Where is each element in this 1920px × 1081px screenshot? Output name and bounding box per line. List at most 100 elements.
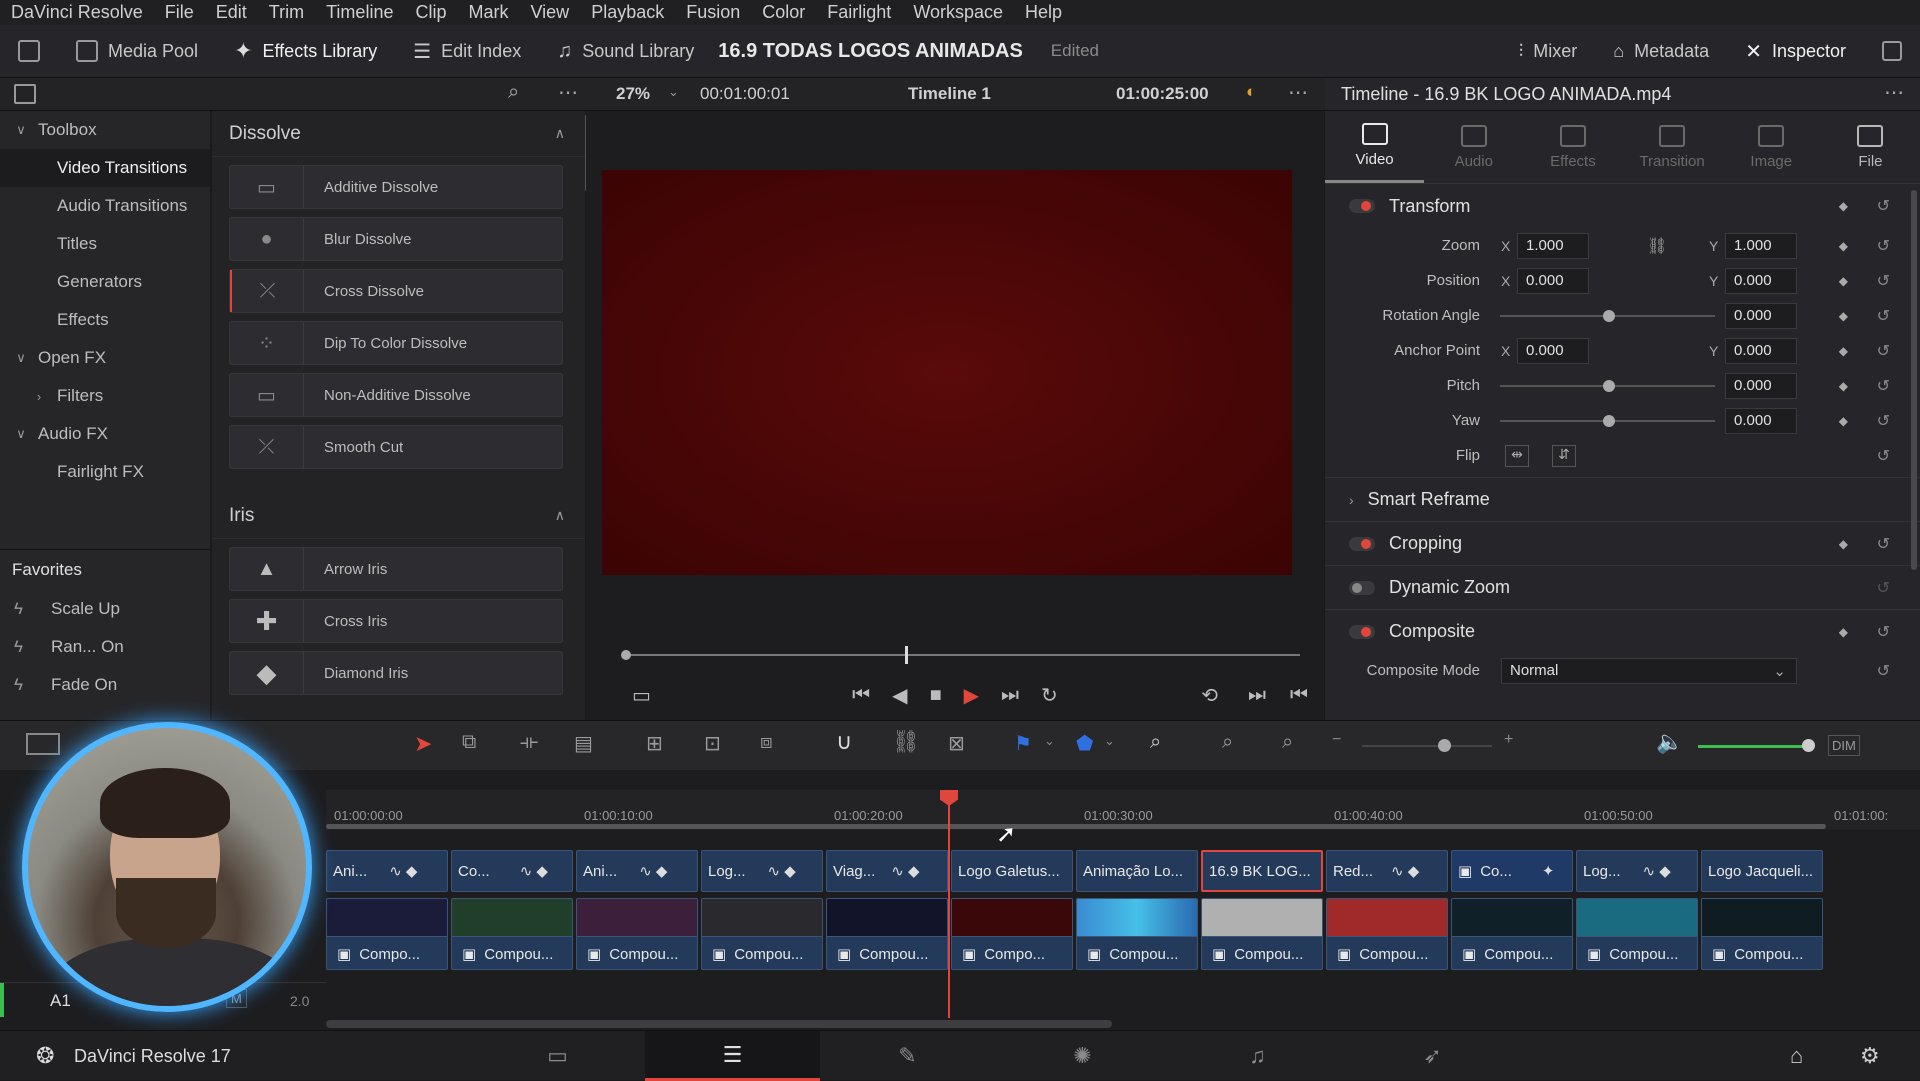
- timeline-clip[interactable]: Log... ∿ ◆: [701, 850, 823, 892]
- tab-image[interactable]: Image: [1722, 111, 1821, 183]
- cropping-toggle[interactable]: [1349, 536, 1375, 551]
- timeline-clip[interactable]: ▣ Co... ✦: [1451, 850, 1573, 892]
- keyframe-icon[interactable]: ◆: [1839, 309, 1848, 323]
- compound-clip[interactable]: ▣ Compou...: [1701, 898, 1823, 970]
- slider-knob[interactable]: [1603, 379, 1615, 392]
- dynamic-zoom-section[interactable]: Dynamic Zoom ↺: [1325, 565, 1920, 609]
- timeline-clip[interactable]: Red... ∿ ◆: [1326, 850, 1448, 892]
- reset-icon[interactable]: ↺: [1877, 411, 1890, 431]
- menu-help[interactable]: Help: [1014, 2, 1073, 23]
- effect-additive-dissolve[interactable]: ▭ Additive Dissolve: [229, 165, 563, 209]
- transform-toggle[interactable]: [1349, 199, 1375, 213]
- compound-clip[interactable]: ▣ Compou...: [576, 898, 698, 970]
- sidebar-item-audio-fx[interactable]: ∨ Audio FX: [0, 415, 210, 453]
- chevron-down-icon[interactable]: ⌄: [1044, 733, 1055, 749]
- lock-icon[interactable]: ⊠: [948, 731, 965, 756]
- sidebar-item-video-transitions[interactable]: Video Transitions: [0, 149, 210, 187]
- trim-tool-icon[interactable]: ⧉: [462, 731, 476, 754]
- keyframe-icon[interactable]: ◆: [1839, 625, 1848, 639]
- sidebar-item-open-fx[interactable]: ∨ Open FX: [0, 339, 210, 377]
- inspector-scrollbar[interactable]: [1911, 190, 1917, 570]
- next-edit-icon[interactable]: ⏭: [1248, 684, 1266, 707]
- tab-audio[interactable]: Audio: [1424, 111, 1523, 183]
- link-icon[interactable]: ⛓: [892, 729, 920, 755]
- overwrite-clip-icon[interactable]: ⊡: [704, 731, 721, 756]
- compound-clip[interactable]: ▣ Compou...: [1576, 898, 1698, 970]
- page-edit[interactable]: ☰: [645, 1031, 820, 1081]
- reset-icon[interactable]: ↺: [1877, 446, 1890, 466]
- rotation-field[interactable]: 0.000: [1725, 302, 1797, 329]
- zoom-out-icon[interactable]: −: [1332, 731, 1341, 749]
- timeline-clip[interactable]: Log... ∿ ◆: [1576, 850, 1698, 892]
- compound-clip[interactable]: ▣ Compou...: [1451, 898, 1573, 970]
- edit-index-button[interactable]: ☰ Edit Index: [395, 25, 539, 78]
- sound-library-button[interactable]: ♫ Sound Library: [539, 25, 712, 78]
- expand-button[interactable]: [1864, 25, 1920, 78]
- selection-tool-icon[interactable]: ➤: [414, 731, 432, 757]
- slider-knob[interactable]: [1802, 739, 1815, 752]
- yaw-field[interactable]: 0.000: [1725, 407, 1797, 434]
- compound-clip[interactable]: ▣ Compo...: [951, 898, 1073, 970]
- effect-smooth-cut[interactable]: ⤫ Smooth Cut: [229, 425, 563, 469]
- compound-clip[interactable]: ▣ Compo...: [326, 898, 448, 970]
- dynamic-zoom-toggle[interactable]: [1349, 580, 1375, 595]
- keyframe-icon[interactable]: ◆: [1839, 274, 1848, 288]
- favorite-item[interactable]: ϟ Scale Up: [0, 590, 210, 628]
- timeline-name[interactable]: Timeline 1: [908, 84, 991, 104]
- slider-knob[interactable]: [1438, 739, 1451, 752]
- sync-icon[interactable]: ◐: [1246, 82, 1256, 102]
- position-y-field[interactable]: 0.000: [1725, 267, 1797, 294]
- anchor-y-field[interactable]: 0.000: [1725, 337, 1797, 364]
- reset-icon[interactable]: ↺: [1877, 271, 1890, 291]
- sidebar-toggle-icon[interactable]: [14, 84, 36, 104]
- keyframe-icon[interactable]: ◆: [1839, 537, 1848, 551]
- chevron-down-icon[interactable]: ⌄: [668, 84, 679, 100]
- panel-toggle-button[interactable]: [0, 25, 58, 78]
- dynamic-trim-icon[interactable]: ⟛: [520, 731, 538, 754]
- page-color[interactable]: ✺: [995, 1031, 1170, 1081]
- effect-cross-iris[interactable]: ✚ Cross Iris: [229, 599, 563, 643]
- skip-to-start-icon[interactable]: ⏮: [852, 684, 870, 707]
- viewer-scrubber[interactable]: [621, 646, 1300, 664]
- menu-timeline[interactable]: Timeline: [315, 2, 404, 23]
- sidebar-item-generators[interactable]: Generators: [0, 263, 210, 301]
- menu-view[interactable]: View: [519, 2, 580, 23]
- sidebar-item-filters[interactable]: › Filters: [0, 377, 210, 415]
- page-fairlight[interactable]: ♫: [1170, 1031, 1345, 1081]
- pitch-slider[interactable]: [1500, 379, 1715, 392]
- favorite-item[interactable]: ϟ Fade On: [0, 666, 210, 704]
- zoom-slider[interactable]: [1362, 739, 1492, 752]
- composite-toggle[interactable]: [1349, 624, 1375, 639]
- crop-icon[interactable]: ▭: [632, 683, 651, 708]
- slider-knob[interactable]: [1603, 414, 1615, 427]
- loop-icon[interactable]: ↻: [1041, 683, 1058, 708]
- pitch-field[interactable]: 0.000: [1725, 372, 1797, 399]
- effect-blur-dissolve[interactable]: ● Blur Dissolve: [229, 217, 563, 261]
- keyframe-icon[interactable]: ◆: [1839, 199, 1848, 213]
- timeline-scrollbar[interactable]: [326, 1020, 1112, 1028]
- menu-app[interactable]: DaVinci Resolve: [0, 2, 154, 23]
- timeline-zoom-bar[interactable]: [326, 824, 1826, 829]
- play-icon[interactable]: ▶: [964, 683, 979, 708]
- composite-section[interactable]: Composite ◆ ↺: [1325, 609, 1920, 653]
- compound-clip[interactable]: ▣ Compou...: [826, 898, 948, 970]
- mixer-button[interactable]: ⫶ Mixer: [1501, 25, 1596, 78]
- toolbox-header[interactable]: ∨ Toolbox: [0, 111, 210, 149]
- cropping-section[interactable]: Cropping ◆ ↺: [1325, 521, 1920, 565]
- timeline-clip[interactable]: Ani... ∿ ◆: [326, 850, 448, 892]
- menu-fairlight[interactable]: Fairlight: [816, 2, 902, 23]
- page-cut[interactable]: ▭: [470, 1031, 645, 1081]
- timeline-clip[interactable]: Co... ∿ ◆: [451, 850, 573, 892]
- timeline-clip-selected[interactable]: 16.9 BK LOG...: [1201, 850, 1323, 892]
- tab-transition[interactable]: Transition: [1623, 111, 1722, 183]
- keyframe-icon[interactable]: ◆: [1839, 344, 1848, 358]
- menu-clip[interactable]: Clip: [404, 2, 457, 23]
- sidebar-item-titles[interactable]: Titles: [0, 225, 210, 263]
- flip-vertical-icon[interactable]: ⇵: [1552, 444, 1576, 467]
- section-dissolve[interactable]: Dissolve ∧: [212, 111, 585, 157]
- reset-icon[interactable]: ↺: [1877, 341, 1890, 361]
- zoom-custom-icon[interactable]: ⌕: [1282, 731, 1293, 754]
- page-deliver[interactable]: ➶: [1345, 1031, 1520, 1081]
- zoom-in-icon[interactable]: +: [1504, 731, 1513, 749]
- menu-playback[interactable]: Playback: [580, 2, 675, 23]
